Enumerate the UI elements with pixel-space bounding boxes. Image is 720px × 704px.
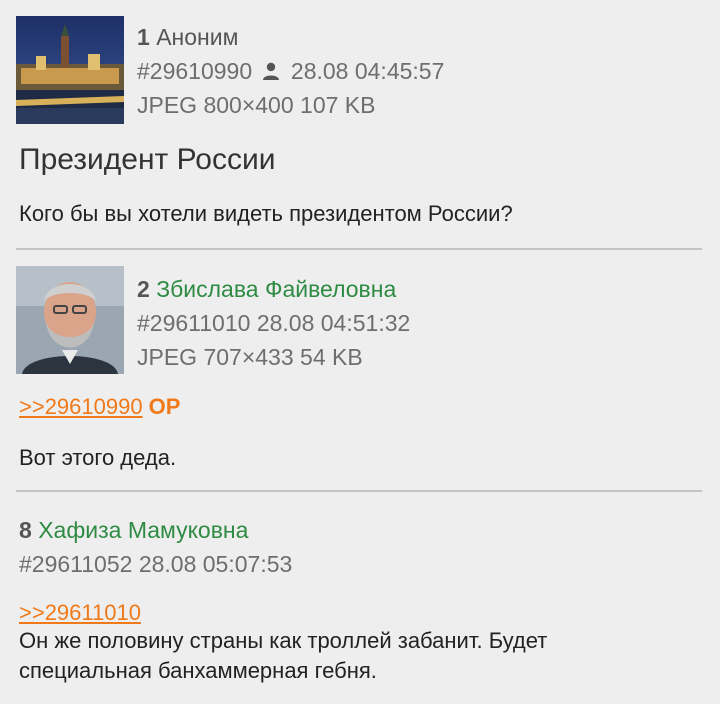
post-1-meta: 1 Аноним #29610990 28.08 04:45:57 JPEG 8… (137, 20, 444, 122)
reply-link-text[interactable]: >>29611010 (19, 600, 141, 625)
reply-link-text[interactable]: >>29610990 (19, 394, 143, 419)
file-info: JPEG 707×433 54 KB (137, 344, 363, 370)
user-icon (261, 56, 281, 90)
author-name: Збислава Файвеловна (156, 276, 397, 302)
post-2-header: 2 Збислава Файвеловна (137, 272, 410, 306)
post-number[interactable]: 1 (137, 24, 150, 50)
post-1-header: 1 Аноним (137, 20, 444, 54)
file-info: JPEG 800×400 107 KB (137, 92, 376, 118)
post-3-header: 8 Хафиза Мамуковна (19, 513, 292, 547)
post-subject: Президент России (19, 143, 276, 176)
post-date: 28.08 05:07:53 (138, 551, 293, 577)
author-name: Хафиза Мамуковна (38, 517, 249, 543)
post-2-meta: 2 Збислава Файвеловна #29611010 28.08 04… (137, 272, 410, 374)
post-text-line: специальная банхаммерная гебня. (19, 658, 377, 683)
post-text-line: Он же половину страны как троллей забани… (19, 628, 548, 653)
post-date: 28.08 04:51:32 (256, 310, 411, 336)
post-text: Вот этого деда. (19, 445, 177, 470)
post-2-id-line: #29611010 28.08 04:51:32 (137, 306, 410, 340)
post-id[interactable]: #29610990 (137, 58, 252, 84)
post-text: Кого бы вы хотели видеть президентом Рос… (19, 201, 513, 226)
post-date: 28.08 04:45:57 (290, 58, 445, 84)
op-tag: OP (148, 394, 181, 419)
post-1-id-line: #29610990 28.08 04:45:57 (137, 54, 444, 88)
post-id[interactable]: #29611052 (19, 551, 132, 577)
reply-link[interactable]: >>29610990 OP (19, 394, 180, 420)
post-3-meta: 8 Хафиза Мамуковна #29611052 28.08 05:07… (19, 513, 292, 581)
post-1-thumbnail[interactable] (16, 16, 124, 124)
post-number[interactable]: 2 (137, 276, 150, 302)
post-divider (16, 490, 702, 492)
post-id[interactable]: #29611010 (137, 310, 250, 336)
reply-link[interactable]: >>29611010 (19, 600, 141, 626)
post-number[interactable]: 8 (19, 517, 32, 543)
post-3-id-line: #29611052 28.08 05:07:53 (19, 547, 292, 581)
post-2-thumbnail[interactable] (16, 266, 124, 374)
author-name: Аноним (156, 24, 239, 50)
post-divider (16, 248, 702, 250)
